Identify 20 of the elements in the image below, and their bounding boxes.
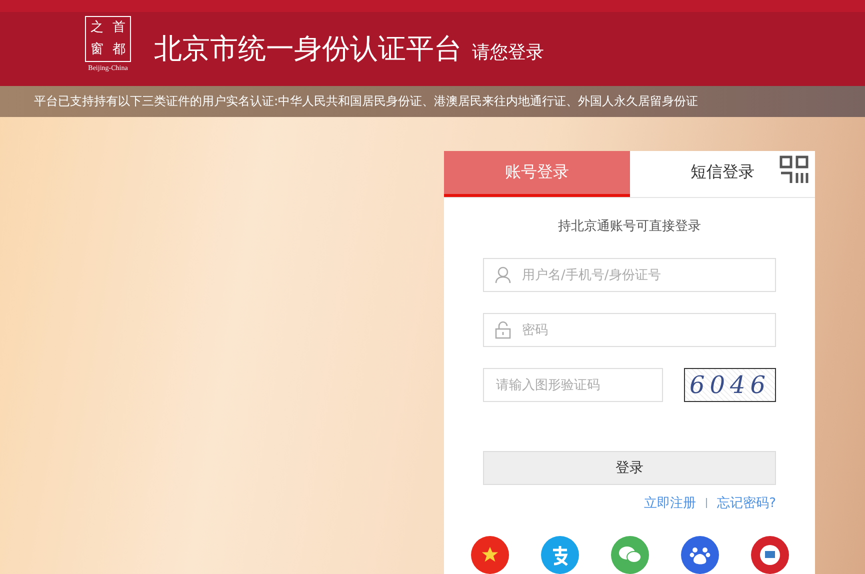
site-title: 北京市统一身份认证平台 <box>154 30 462 67</box>
third-party-login-button[interactable] <box>470 536 508 574</box>
star-icon <box>480 546 498 564</box>
captcha-field[interactable]: 请输入图形验证码 <box>483 368 663 402</box>
qr-code-icon[interactable] <box>779 155 809 185</box>
user-icon <box>495 266 511 284</box>
captcha-image[interactable]: 6046 <box>684 368 776 402</box>
username-field[interactable]: 用户名/手机号/身份证号 <box>483 258 776 292</box>
login-hint: 持北京通账号可直接登录 <box>558 218 701 235</box>
third-party-login-button[interactable] <box>610 536 648 574</box>
logo: 之 首 窗 都 <box>85 16 131 62</box>
third-party-login-button[interactable] <box>540 536 578 574</box>
third-party-login-button[interactable] <box>680 536 718 574</box>
chat-bubbles-icon <box>618 545 642 565</box>
notice-text: 平台已支持持有以下三类证件的用户实名认证:中华人民共和国居民身份证、港澳居民来往内地通行证、外国人永久居留身份证 <box>34 92 698 110</box>
login-button[interactable]: 登录 <box>483 451 776 485</box>
lock-icon <box>495 321 511 339</box>
password-field[interactable]: 密码 <box>483 313 776 347</box>
site-subtitle: 请您登录 <box>472 40 544 64</box>
third-party-login-button[interactable] <box>750 536 788 574</box>
